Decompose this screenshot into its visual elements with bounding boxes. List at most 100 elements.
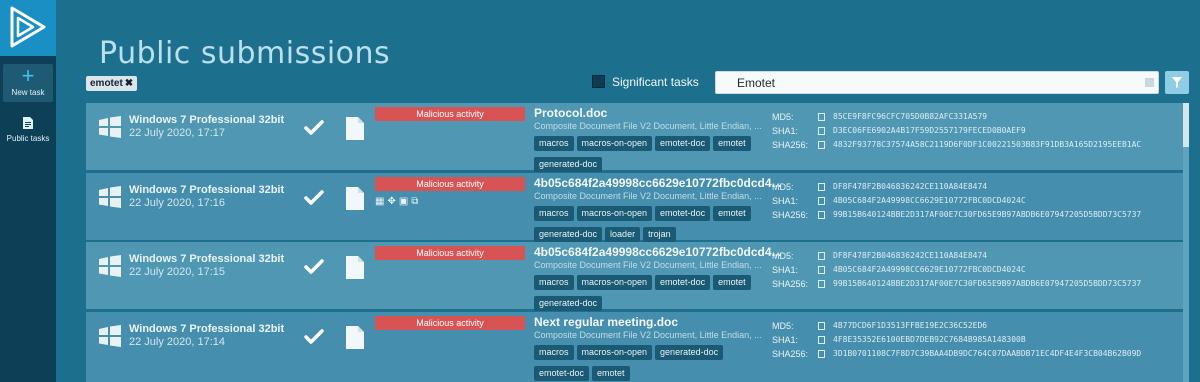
file-name[interactable]: Protocol.doc [534, 106, 607, 120]
tag-list: macros macros-on-open generated-doc emotet-… [534, 342, 759, 382]
filter-chip-label: emotet [90, 78, 123, 89]
tag[interactable]: emotet [592, 366, 630, 381]
hash-label: SHA1: [772, 335, 799, 345]
copy-icon[interactable] [818, 197, 825, 205]
copy-icon[interactable] [818, 336, 825, 344]
copy-icon[interactable] [818, 280, 825, 288]
window-icon: ⧉ [411, 196, 422, 207]
check-icon [304, 259, 324, 274]
copy-icon[interactable] [818, 127, 825, 135]
hash-value-sha1: 4B05C684F2A49998CC6629E10772FBC0DCD4024C [833, 265, 1026, 274]
tag[interactable]: emotet [713, 275, 751, 290]
submission-date: 22 July 2020, 17:15 [129, 266, 226, 278]
table-row[interactable]: Windows 7 Professional 32bit 22 July 2020… [86, 103, 1186, 172]
filter-chip[interactable]: emotet ✖ [86, 76, 138, 91]
hash-value-md5: DF8F478F2B046836242CE110A84E8474 [833, 182, 988, 191]
tag[interactable]: emotet-doc [655, 136, 711, 151]
os-name: Windows 7 Professional 32bit [129, 253, 285, 265]
tag[interactable]: macros-on-open [576, 275, 653, 290]
windows-icon [99, 325, 121, 347]
sidebar-item-new-task[interactable]: + New task [3, 64, 53, 102]
windows-icon [99, 186, 121, 208]
tag[interactable]: generated-doc [534, 227, 603, 242]
tag[interactable]: generated-doc [534, 296, 603, 311]
verdict-badge: Malicious activity [375, 316, 525, 330]
hash-value-sha256: 4832F93778C37574A58C2119D6F0DF1C00221503… [833, 140, 1142, 149]
tag[interactable]: generated-doc [534, 157, 603, 172]
hash-value-md5: 4B77DCD6F1D3513FFBE19E2C36C52ED6 [833, 321, 988, 330]
tag[interactable]: emotet [713, 206, 751, 221]
funnel-icon [1172, 77, 1182, 88]
hash-label: MD5: [772, 251, 794, 261]
hash-label: MD5: [772, 321, 794, 331]
tag[interactable]: macros-on-open [576, 136, 653, 151]
copy-icon[interactable] [818, 252, 825, 260]
hash-value-sha256: 3D1B0701108C7F8D7C39BAA4DB9DC764C07DAABD… [833, 349, 1142, 358]
search-input[interactable] [716, 72, 1136, 93]
hash-label: SHA256: [772, 140, 809, 150]
tag[interactable]: emotet-doc [534, 366, 590, 381]
tag[interactable]: emotet [713, 136, 751, 151]
dropdown-icon[interactable] [1145, 78, 1154, 87]
hash-value-md5: DF8F478F2B046836242CE110A84E8474 [833, 251, 988, 260]
sidebar-item-public-tasks[interactable]: Public tasks [0, 116, 56, 154]
tag[interactable]: macros-on-open [576, 206, 653, 221]
tag[interactable]: macros [534, 206, 574, 221]
significant-tasks-label: Significant tasks [612, 75, 699, 89]
table-row[interactable]: Windows 7 Professional 32bit 22 July 2020… [86, 312, 1186, 382]
file-type: Composite Document File V2 Document, Lit… [534, 330, 762, 340]
hash-label: SHA1: [772, 265, 799, 275]
tag[interactable]: generated-doc [655, 345, 724, 360]
hash-label: MD5: [772, 112, 794, 122]
submission-date: 22 July 2020, 17:16 [129, 197, 226, 209]
tag[interactable]: macros-on-open [576, 345, 653, 360]
play-logo-icon [10, 6, 46, 48]
tag[interactable]: loader [605, 227, 641, 242]
windows-icon [99, 116, 121, 138]
hash-label: SHA256: [772, 210, 809, 220]
tag[interactable]: trojan [643, 227, 676, 242]
tag[interactable]: macros [534, 136, 574, 151]
copy-icon[interactable] [818, 266, 825, 274]
sidebar-item-label: Public tasks [6, 134, 50, 143]
hash-label: MD5: [772, 182, 794, 192]
copy-icon[interactable] [818, 211, 825, 219]
sidebar-item-label: New task [11, 88, 45, 97]
hash-label: SHA1: [772, 196, 799, 206]
copy-icon[interactable] [818, 113, 825, 121]
copy-icon[interactable] [818, 322, 825, 330]
hash-value-sha1: D3EC06FE6902A4B17F59D2557179FECED0B0AEF9 [833, 126, 1026, 135]
sidebar: + New task Public tasks [0, 0, 56, 382]
table-row[interactable]: Windows 7 Professional 32bit 22 July 2020… [86, 173, 1186, 242]
tag[interactable]: macros [534, 345, 574, 360]
file-type: Composite Document File V2 Document, Lit… [534, 121, 762, 131]
tag[interactable]: emotet-doc [655, 206, 711, 221]
copy-icon[interactable] [818, 183, 825, 191]
file-icon [346, 187, 364, 210]
tag-list: macros macros-on-open emotet-doc emotet gene… [534, 272, 759, 314]
check-icon [304, 190, 324, 205]
significant-tasks-checkbox[interactable] [592, 75, 605, 88]
table-row[interactable]: Windows 7 Professional 32bit 22 July 2020… [86, 242, 1186, 311]
monitor-icon: ▣ [398, 196, 412, 207]
close-icon[interactable]: ✖ [125, 78, 133, 89]
file-name[interactable]: 4b05c684f2a49998cc6629e10772fbc0dcd4... [534, 245, 782, 259]
os-name: Windows 7 Professional 32bit [129, 323, 285, 335]
scrollbar[interactable] [1183, 103, 1189, 382]
hash-value-sha1: 4F8E35352E6100EBD7DEB92C7684B985A148300B [833, 335, 1026, 344]
file-icon [346, 256, 364, 279]
copy-icon[interactable] [818, 141, 825, 149]
tag[interactable]: emotet-doc [655, 275, 711, 290]
hash-value-sha256: 99B15B640124BBE2D317AF00E7C30FD65E9B97AB… [833, 210, 1142, 219]
network-icon: ▦ [375, 196, 388, 207]
file-name[interactable]: Next regular meeting.doc [534, 315, 678, 329]
file-type: Composite Document File V2 Document, Lit… [534, 260, 762, 270]
app-logo[interactable] [0, 0, 56, 56]
windows-icon [99, 255, 121, 277]
scrollbar-thumb[interactable] [1183, 103, 1189, 147]
tag[interactable]: macros [534, 275, 574, 290]
filter-button[interactable] [1165, 71, 1189, 94]
file-name[interactable]: 4b05c684f2a49998cc6629e10772fbc0dcd4... [534, 176, 782, 190]
copy-icon[interactable] [818, 350, 825, 358]
search-field[interactable] [715, 71, 1159, 94]
